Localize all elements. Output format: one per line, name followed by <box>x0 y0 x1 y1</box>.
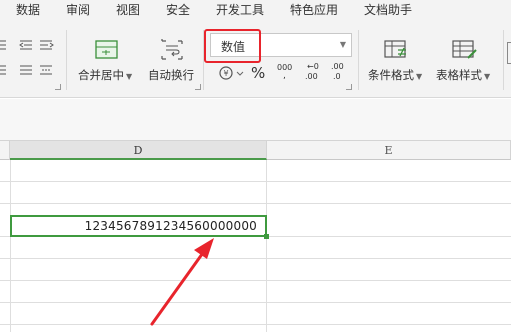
annotation-arrow <box>150 238 214 326</box>
